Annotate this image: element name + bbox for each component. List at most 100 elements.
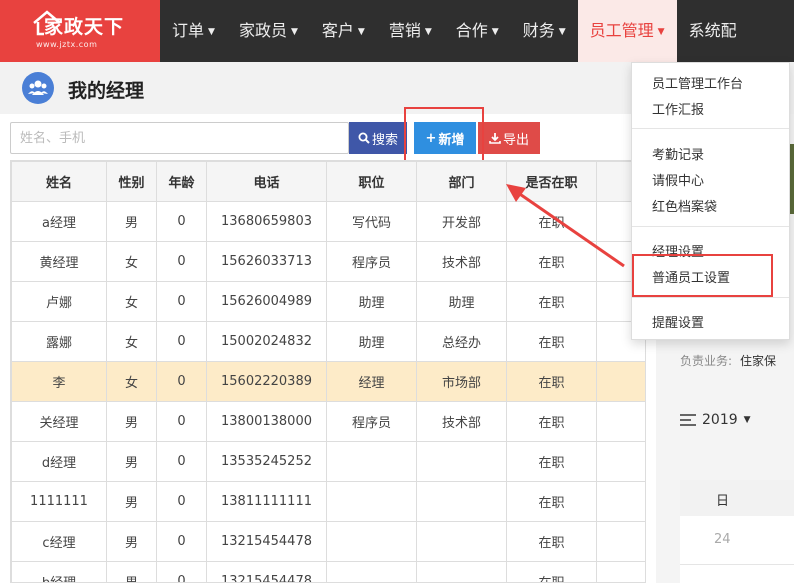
search-input[interactable] [10,122,349,154]
cell-department [416,561,507,582]
annotation-arrow-icon [506,184,625,268]
cell-gender: 男 [106,561,157,582]
col-header-department[interactable]: 部门 [416,161,507,202]
cell-age: 0 [156,481,207,522]
col-header-name[interactable]: 姓名 [11,161,107,202]
cell-employed: 在职 [506,361,597,402]
menu-item-red-file[interactable]: 红色档案袋 [652,196,717,215]
cell-age: 0 [156,521,207,562]
nav-customers[interactable]: 客户 ▼ [310,0,377,62]
nav-housekeepers[interactable]: 家政员 ▼ [227,0,310,62]
cell-employed: 在职 [506,401,597,442]
cell-position: 助理 [326,321,417,362]
nav-label: 系统配 [688,21,737,40]
cell-phone: 13680659803 [206,201,327,242]
cell-position: 程序员 [326,241,417,282]
cell-department [416,481,507,522]
panel-image-strip [790,144,794,214]
nav-staff-management[interactable]: 员工管理 ▼ [577,0,677,62]
cell-gender: 男 [106,401,157,442]
calendar-day[interactable]: 24 [714,532,731,547]
cell-current: 在 [596,561,645,582]
cell-department [416,521,507,562]
nav-cooperation[interactable]: 合作 ▼ [444,0,511,62]
staff-management-dropdown: 员工管理工作台 工作汇报 考勤记录 请假中心 红色档案袋 经理设置 普通员工设置… [631,62,790,340]
cell-age: 0 [156,361,207,402]
cell-employed: 在职 [506,481,597,522]
brand-name: 家政天下 [44,16,125,38]
cell-name: 李 [11,361,107,402]
nav-finance[interactable]: 财务 ▼ [511,0,578,62]
cell-age: 0 [156,401,207,442]
cell-employed: 在职 [506,561,597,582]
cell-department: 助理 [416,281,507,322]
cell-employed: 在职 [506,281,597,322]
cell-phone: 13535245252 [206,441,327,482]
cell-gender: 男 [106,201,157,242]
cell-phone: 15002024832 [206,321,327,362]
cell-position [326,481,417,522]
menu-divider [632,226,789,227]
cell-name: d经理 [11,441,107,482]
table-row[interactable]: d经理男013535245252 在职在 [11,441,645,482]
col-header-phone[interactable]: 电话 [206,161,327,202]
menu-item-staff-dashboard[interactable]: 员工管理工作台 [652,73,743,92]
cell-phone: 13811111111 [206,481,327,522]
table-row[interactable]: c经理男013215454478 在职在 [11,521,645,562]
search-button[interactable]: 搜索 [349,122,407,154]
search-button-label: 搜索 [371,132,398,148]
export-button[interactable]: 导出 [478,122,540,154]
brand-url: www.jztx.com [36,40,98,49]
cell-age: 0 [156,321,207,362]
add-button-highlight [404,107,484,167]
nav-label: 客户 [321,21,354,40]
col-header-gender[interactable]: 性别 [106,161,157,202]
year-value: 2019 [702,412,738,428]
nav-label: 营销 [388,21,421,40]
nav-label: 家政员 [238,21,287,40]
cell-department [416,441,507,482]
caret-down-icon: ▼ [743,415,751,425]
cell-department: 开发部 [416,201,507,242]
cell-position [326,521,417,562]
nav-system-config[interactable]: 系统配 [677,0,737,62]
col-header-age[interactable]: 年龄 [156,161,207,202]
business-value: 住家保 [740,354,777,368]
brand-logo[interactable]: 家政天下 www.jztx.com [0,0,160,62]
calendar: 日 24 [680,480,794,583]
cell-age: 0 [156,281,207,322]
table-row-selected[interactable]: 李女015602220389经理市场部在职在 [11,361,645,402]
table-row[interactable]: 1111111男013811111111 在职在 [11,481,645,522]
cell-department: 技术部 [416,401,507,442]
nav-label: 订单 [172,21,205,40]
nav-orders[interactable]: 订单 ▼ [160,0,227,62]
export-icon [489,133,501,144]
nav-marketing[interactable]: 营销 ▼ [377,0,444,62]
menu-divider [632,128,789,129]
cell-gender: 男 [106,521,157,562]
menu-item-work-report[interactable]: 工作汇报 [652,99,704,118]
business-label-text: 负责业务: [680,354,733,368]
table-row[interactable]: 关经理男013800138000程序员技术部在职在 [11,401,645,442]
cell-age: 0 [156,441,207,482]
cell-position: 助理 [326,281,417,322]
table-row[interactable]: b经理男013215454478 在职在 [11,561,645,582]
year-selector[interactable]: 2019 ▼ [680,412,751,428]
cell-gender: 女 [106,321,157,362]
cell-age: 0 [156,201,207,242]
export-button-label: 导出 [502,132,529,148]
calendar-header: 日 [680,480,794,516]
menu-item-leave-center[interactable]: 请假中心 [652,170,704,189]
table-row[interactable]: 露娜女015002024832助理总经办在职在 [11,321,645,362]
table-row[interactable]: 卢娜女015626004989助理助理在职在 [11,281,645,322]
caret-down-icon: ▼ [357,27,365,37]
menu-item-attendance[interactable]: 考勤记录 [652,144,704,163]
cell-gender: 女 [106,361,157,402]
caret-down-icon: ▼ [424,27,432,37]
cell-department: 总经办 [416,321,507,362]
col-header-position[interactable]: 职位 [326,161,417,202]
cell-name: 黄经理 [11,241,107,282]
cell-name: c经理 [11,521,107,562]
top-navbar: 家政天下 www.jztx.com 订单 ▼ 家政员 ▼ 客户 ▼ 营销 ▼ 合作 ▼ 财… [0,0,794,62]
menu-item-reminder-settings[interactable]: 提醒设置 [652,312,704,331]
